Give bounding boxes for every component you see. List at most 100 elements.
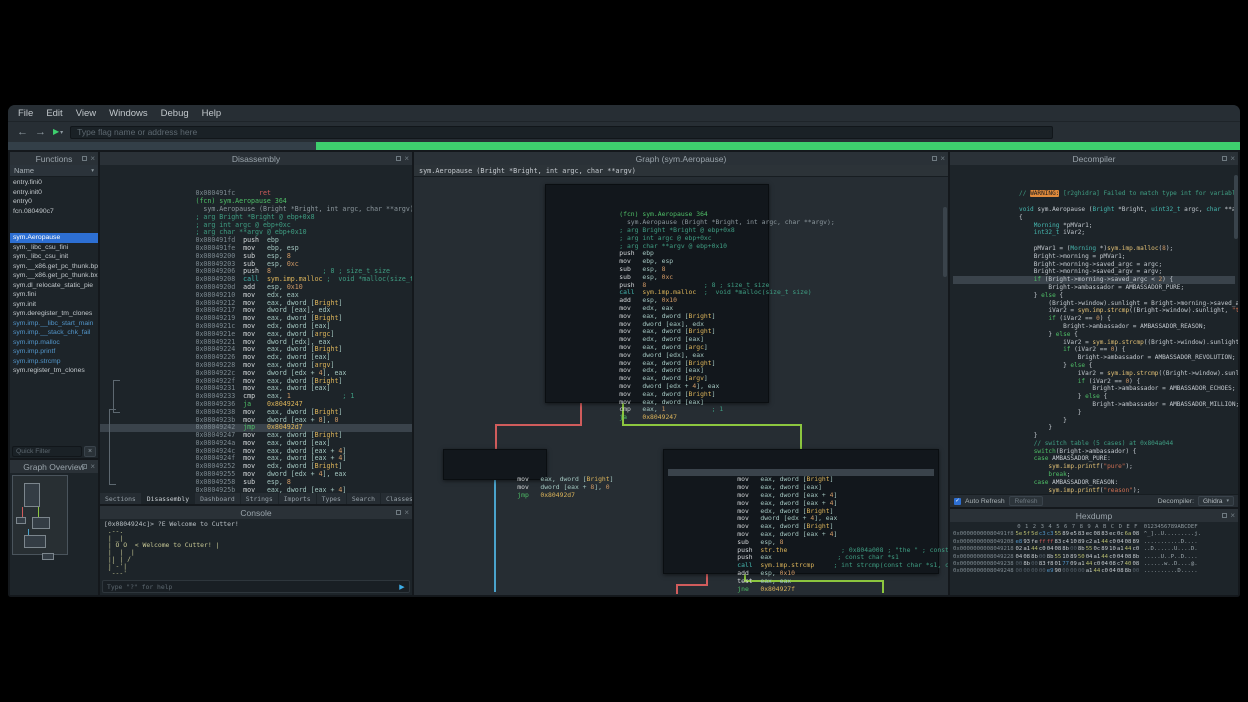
close-icon[interactable]: × (404, 155, 409, 163)
hexdump-row[interactable]: 0x0000000008049208 e893feffff83c41089c2a… (953, 539, 1235, 546)
decompiler-toolbar: ✓ Auto Refresh Refresh Decompiler: Ghidr… (950, 494, 1238, 507)
hexdump-ascii: .....U..P..D.... (1144, 554, 1198, 561)
hexdump-address: 0x0000000008049248 (953, 568, 1015, 575)
functions-column-header[interactable]: Name ▾ (10, 165, 98, 177)
auto-refresh-checkbox[interactable]: ✓ (954, 498, 961, 505)
function-list-item[interactable]: sym.init (10, 300, 98, 310)
hexdump-view[interactable]: 0123456789ABCDEF 0123456789ABCDEF 0x0000… (950, 522, 1238, 595)
send-icon[interactable]: ▶ (396, 581, 408, 592)
undock-icon[interactable] (396, 510, 401, 515)
hexdump-row[interactable]: 0x0000000008049218 02a144c004088b008b550… (953, 546, 1235, 553)
console-input[interactable] (107, 583, 396, 591)
function-list-item[interactable]: entry.init0 (10, 188, 98, 198)
undock-icon[interactable] (932, 156, 937, 161)
hexdump-row[interactable]: 0x00000000080491f8 5e5f5dc3c35589e583ec0… (953, 531, 1235, 538)
hexdump-row[interactable]: 0x0000000008049228 04088b008b5510895004a… (953, 554, 1235, 561)
function-list-item[interactable]: sym.__x86.get_pc_thunk.bp (10, 262, 98, 272)
decompiler-scrollbar[interactable] (1234, 175, 1238, 239)
tab[interactable]: Sections (100, 493, 142, 504)
hexdump-panel-title: Hexdump (1076, 511, 1112, 521)
close-icon[interactable]: × (1230, 512, 1235, 520)
decompiler-line[interactable]: // WARNING: [r2ghidra] Failed to match t… (953, 167, 1235, 175)
close-icon[interactable]: × (404, 509, 409, 517)
basic-block-entry[interactable]: (fcn) sym.Aeropause 364 sym.Aeropause (B… (545, 184, 769, 403)
function-list-item[interactable]: sym.imp.strcmp (10, 357, 98, 367)
back-button[interactable]: ← (17, 127, 28, 138)
seek-bar[interactable] (8, 142, 1240, 150)
clear-filter-button[interactable]: × (84, 446, 96, 457)
function-list-item[interactable] (10, 216, 98, 233)
menu-item[interactable]: File (18, 108, 33, 119)
function-list-item[interactable]: fcn.080490c7 (10, 207, 98, 217)
forward-button[interactable]: → (35, 127, 46, 138)
tab[interactable]: Types (317, 493, 347, 504)
console-line: | | | (104, 549, 408, 556)
refresh-button[interactable]: Refresh (1009, 496, 1044, 506)
analysis-play-button[interactable]: ▶ ▾ (53, 128, 63, 136)
undock-icon[interactable] (1222, 156, 1227, 161)
hexdump-ascii: ..D......U....D. (1144, 546, 1198, 553)
tab[interactable]: Classes (381, 493, 412, 504)
seek-search-input[interactable] (70, 126, 1053, 139)
console-line: [0x0804924c]> ?E Welcome to Cutter! (104, 521, 408, 528)
disassembly-listing[interactable]: 0x080491fc ret (fcn) sym.Aeropause 364 s… (100, 165, 412, 493)
graph-canvas[interactable]: (fcn) sym.Aeropause 364 sym.Aeropause (B… (414, 177, 948, 595)
graph-line[interactable]: mov eax, dword [Bright] (668, 453, 934, 461)
menu-item[interactable]: Debug (161, 108, 189, 119)
close-icon[interactable]: × (90, 463, 95, 471)
decompiler-select-value: Ghidra (1203, 498, 1223, 505)
close-icon[interactable]: × (940, 155, 945, 163)
quick-filter-input[interactable] (12, 446, 82, 457)
menu-item[interactable]: Windows (109, 108, 148, 119)
undock-icon[interactable] (1222, 513, 1227, 518)
graph-line[interactable]: (fcn) sym.Aeropause 364 (550, 188, 764, 196)
function-list-item[interactable]: sym.imp.__stack_chk_fail (10, 328, 98, 338)
close-icon[interactable]: × (90, 155, 95, 163)
tab[interactable]: Strings (241, 493, 279, 504)
undock-icon[interactable] (82, 156, 87, 161)
function-list-item[interactable]: entry.fini0 (10, 178, 98, 188)
menu-item[interactable]: View (76, 108, 96, 119)
console-line: |`-'| (104, 563, 408, 570)
function-signature: sym.Aeropause (Bright *Bright, int argc,… (419, 167, 636, 175)
function-list-item[interactable]: sym.register_tm_clones (10, 366, 98, 376)
hexdump-row[interactable]: 0x0000000008049238 008b0083f8017709a144c… (953, 561, 1235, 568)
function-list-item[interactable]: sym.imp.__libc_start_main (10, 319, 98, 329)
graph-overview-minimap[interactable] (10, 473, 98, 595)
function-list-item[interactable]: sym.__x86.get_pc_thunk.bx (10, 271, 98, 281)
basic-block-false[interactable]: mov eax, dword [Bright] mov dword [eax +… (443, 449, 547, 480)
function-list-item[interactable]: sym.imp.malloc (10, 338, 98, 348)
decompiler-code[interactable]: // WARNING: [r2ghidra] Failed to match t… (950, 165, 1238, 494)
hexdump-address: 0x0000000008049228 (953, 554, 1015, 561)
graph-line[interactable]: mov eax, dword [Bright] (448, 453, 542, 461)
tab[interactable]: Disassembly (142, 493, 195, 504)
function-list-item[interactable]: entry0 (10, 197, 98, 207)
column-header-label: Name (14, 166, 34, 175)
tab[interactable]: Dashboard (195, 493, 241, 504)
decompiler-select[interactable]: Ghidra ▾ (1198, 496, 1234, 506)
function-list-item[interactable]: sym.imp.printf (10, 347, 98, 357)
tab[interactable]: Imports (279, 493, 317, 504)
disassembly-line[interactable]: 0x080491fc ret (100, 167, 412, 175)
disassembly-panel: Disassembly × (100, 152, 412, 504)
function-list-item[interactable]: sym.deregister_tm_clones (10, 309, 98, 319)
function-list-item[interactable]: sym._libc_csu_init (10, 252, 98, 262)
disassembly-panel-title: Disassembly (232, 154, 280, 164)
function-list-item[interactable]: sym.Aeropause (10, 233, 98, 243)
auto-refresh-label: Auto Refresh (965, 498, 1005, 505)
close-icon[interactable]: × (1230, 155, 1235, 163)
basic-block-true[interactable]: mov eax, dword [Bright] mov eax, dword [… (663, 449, 939, 574)
tab[interactable]: Search (347, 493, 381, 504)
menu-item[interactable]: Edit (46, 108, 62, 119)
hexdump-row[interactable]: 0x0000000008049248 00000000e990000000a14… (953, 568, 1235, 575)
seek-bar-segment-loaded (316, 142, 1240, 150)
menu-item[interactable]: Help (202, 108, 222, 119)
hexdump-address: 0x0000000008049238 (953, 561, 1015, 568)
function-list-item[interactable]: sym.dl_relocate_static_pie (10, 281, 98, 291)
function-list-item[interactable]: sym.fini (10, 290, 98, 300)
undock-icon[interactable] (82, 464, 87, 469)
graph-scrollbar[interactable] (943, 207, 947, 277)
function-list-item[interactable]: sym._libc_csu_fini (10, 243, 98, 253)
hexdump-ascii: ^_]..U.........j. (1144, 531, 1201, 538)
undock-icon[interactable] (396, 156, 401, 161)
